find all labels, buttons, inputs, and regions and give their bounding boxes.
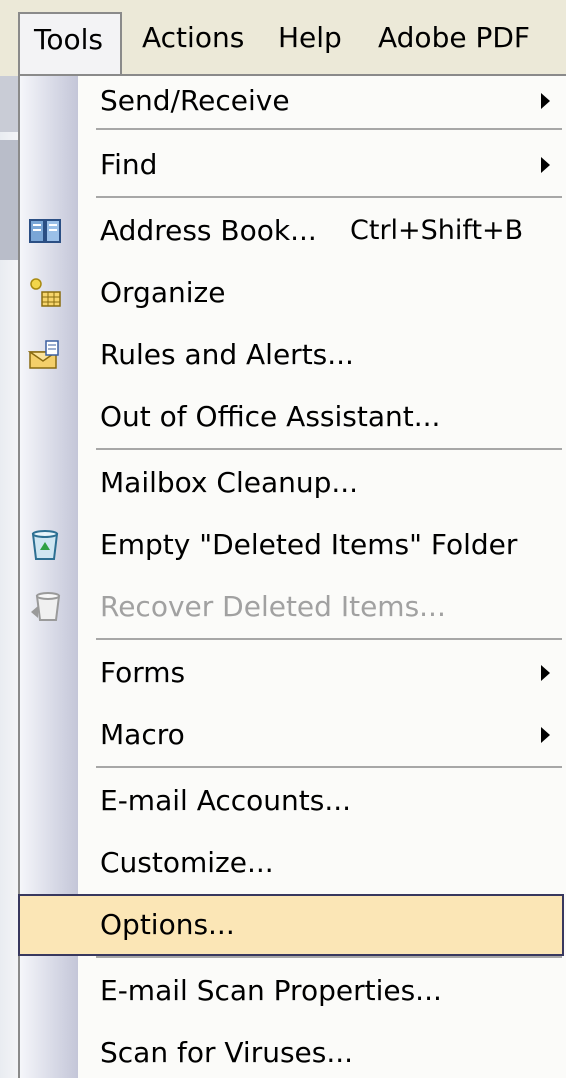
submenu-arrow-icon [541,93,550,109]
menu-actions[interactable]: Actions [128,16,258,60]
menu-item-label: Organize [100,276,226,309]
navigation-pane-edge [0,140,18,260]
menu-item-out-of-office[interactable]: Out of Office Assistant... [20,386,566,448]
menu-item-label: E-mail Accounts... [100,784,352,817]
menu-adobe-pdf-label: Adobe PDF [378,21,531,54]
menu-item-send-receive[interactable]: Send/Receive [20,70,566,132]
tools-dropdown-menu: Send/Receive Find Address Book... Ctrl+S… [18,74,566,1078]
menu-item-mailbox-cleanup[interactable]: Mailbox Cleanup... [20,452,566,514]
address-book-icon [28,214,62,248]
menu-bar: Tools Actions Help Adobe PDF [0,0,566,76]
menu-item-label: Empty "Deleted Items" Folder [100,528,518,561]
menu-item-forms[interactable]: Forms [20,642,566,704]
menu-item-label: Scan for Viruses... [100,1036,354,1069]
menu-actions-label: Actions [142,21,245,54]
menu-separator [96,128,562,130]
menu-item-label: Options... [100,908,235,941]
menu-item-label: E-mail Scan Properties... [100,974,442,1007]
menu-item-label: Mailbox Cleanup... [100,466,359,499]
recover-items-icon [28,590,62,624]
menu-item-rules-and-alerts[interactable]: Rules and Alerts... [20,324,566,386]
menu-separator [96,956,562,958]
shortcut-text: Ctrl+Shift+B [350,215,524,246]
menu-separator [96,196,562,198]
submenu-arrow-icon [541,665,550,681]
menu-help[interactable]: Help [264,16,356,60]
menu-item-label: Customize... [100,846,274,879]
menu-item-label: Out of Office Assistant... [100,400,441,433]
menu-item-label: Address Book... [100,214,317,247]
menu-item-label: Macro [100,718,185,751]
submenu-arrow-icon [541,157,550,173]
menu-item-label: Find [100,148,158,181]
menu-item-scan-for-viruses[interactable]: Scan for Viruses... [20,1022,566,1084]
menu-item-label: Rules and Alerts... [100,338,354,371]
menu-item-customize[interactable]: Customize... [20,832,566,894]
menu-tools-label: Tools [34,23,103,56]
menu-adobe-pdf[interactable]: Adobe PDF [364,16,544,60]
menu-item-address-book[interactable]: Address Book... Ctrl+Shift+B [20,200,566,262]
menu-item-empty-deleted-items[interactable]: Empty "Deleted Items" Folder [20,514,566,576]
menu-separator [96,448,562,450]
organize-icon [28,276,62,310]
menu-item-options[interactable]: Options... [18,894,564,956]
menu-tools[interactable]: Tools [18,12,122,76]
menu-item-recover-deleted-items[interactable]: Recover Deleted Items... [20,576,566,638]
menu-item-email-scan-properties[interactable]: E-mail Scan Properties... [20,960,566,1022]
rules-icon [27,338,62,372]
menu-item-email-accounts[interactable]: E-mail Accounts... [20,770,566,832]
menu-item-label: Send/Receive [100,84,290,117]
menu-item-organize[interactable]: Organize [20,262,566,324]
menu-separator [96,766,562,768]
menu-separator [96,638,562,640]
recycle-bin-icon [28,528,62,562]
toolbar-edge [0,76,18,132]
menu-item-macro[interactable]: Macro [20,704,566,766]
menu-help-label: Help [278,21,342,54]
menu-item-find[interactable]: Find [20,134,566,196]
submenu-arrow-icon [541,727,550,743]
menu-item-label: Forms [100,656,186,689]
menu-item-label: Recover Deleted Items... [100,590,446,623]
app-left-edge [0,0,18,1078]
